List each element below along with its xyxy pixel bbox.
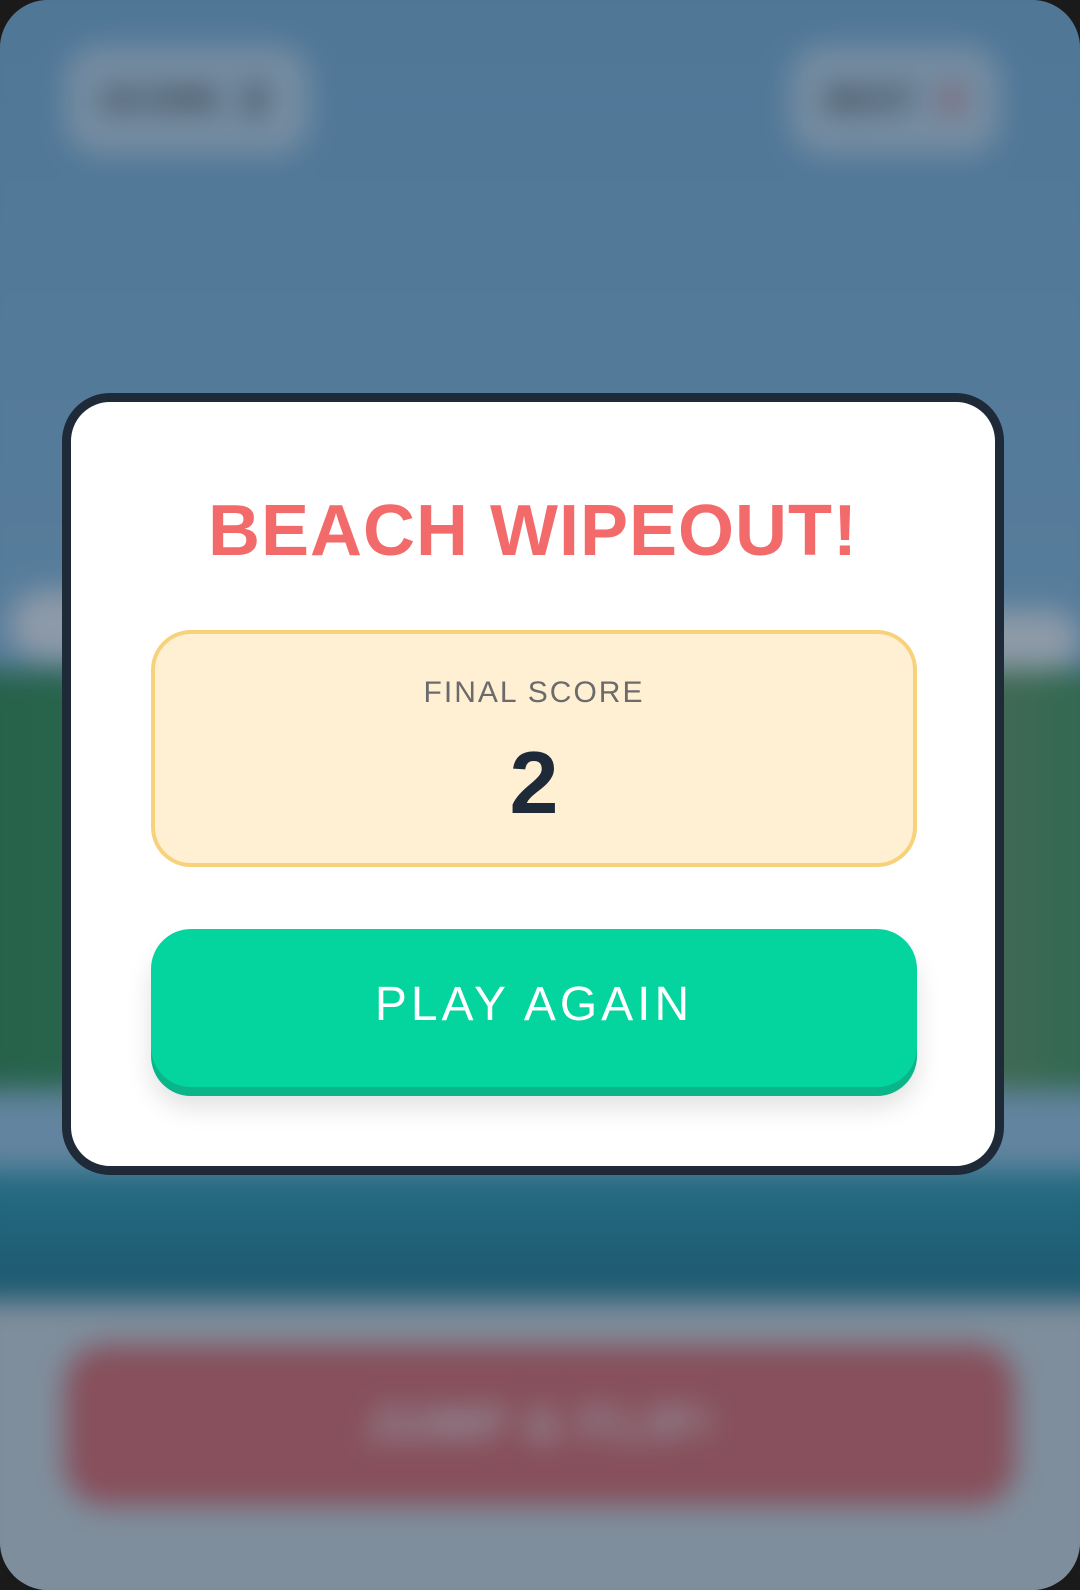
final-score-card: FINAL SCORE 2 bbox=[151, 630, 917, 867]
play-again-label: PLAY AGAIN bbox=[374, 978, 694, 1031]
final-score-value: 2 bbox=[509, 733, 559, 832]
final-score-label: FINAL SCORE bbox=[423, 676, 645, 709]
game-over-title: BEACH WIPEOUT! bbox=[208, 491, 858, 571]
game-screen: SCORE 2 BEST 8 JUMP & FLIP! BEACH WIPEOU… bbox=[0, 0, 1080, 1590]
game-over-modal: BEACH WIPEOUT! FINAL SCORE 2 PLAY AGAIN bbox=[62, 393, 1004, 1175]
play-again-button[interactable]: PLAY AGAIN bbox=[151, 929, 917, 1087]
